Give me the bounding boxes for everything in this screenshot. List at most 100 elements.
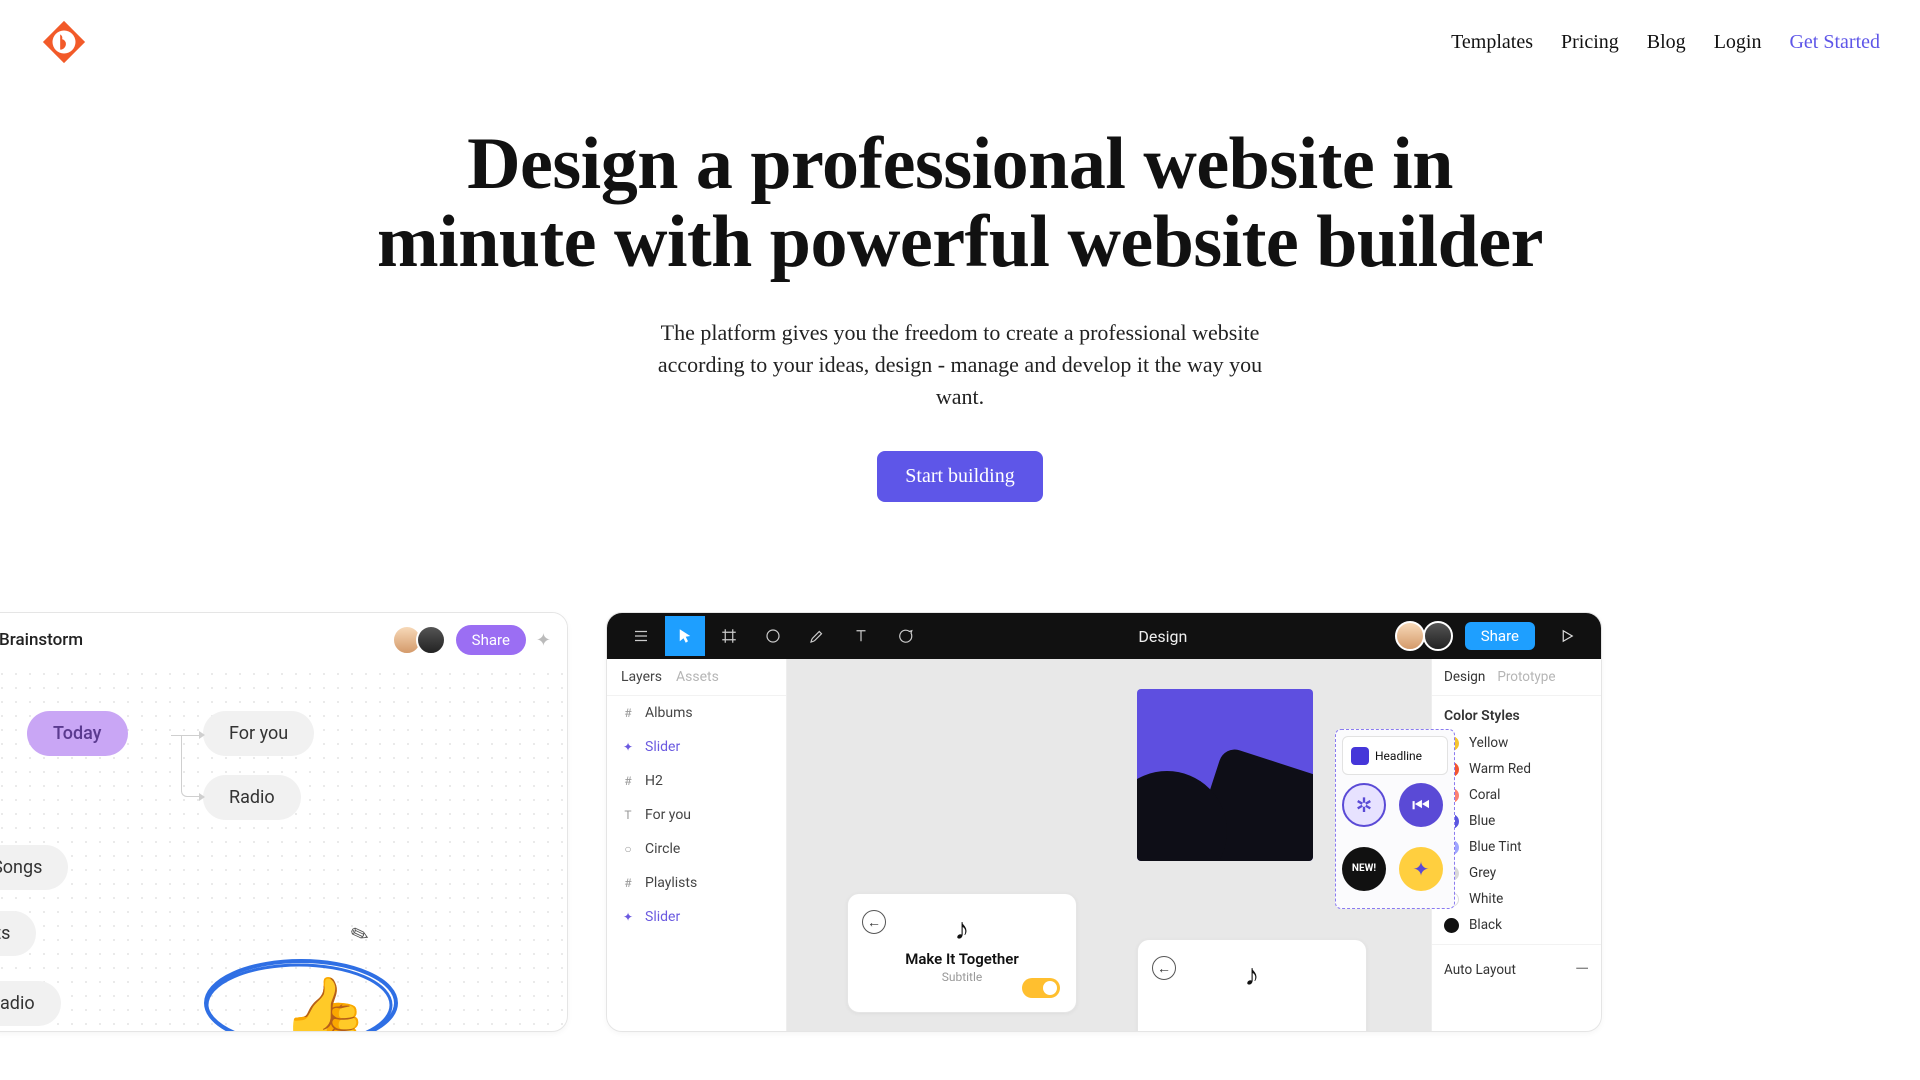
chip-playlists[interactable]: aylists <box>0 911 36 956</box>
avatar <box>1423 621 1453 651</box>
design-editor-preview: Design Share Layers Assets # Albums ✦ Slid… <box>606 612 1602 1032</box>
color-name: White <box>1469 891 1503 907</box>
nav-blog[interactable]: Blog <box>1647 31 1686 54</box>
share-button[interactable]: Share <box>1465 622 1535 650</box>
tile-title: Make It Together <box>848 950 1076 968</box>
card-tile[interactable]: ← ♪ Make It Together Subtitle <box>847 893 1077 1013</box>
chip-radio[interactable]: Radio <box>203 775 301 820</box>
layer-item[interactable]: # H2 <box>607 764 786 798</box>
component-group[interactable]: Headline ✲ ⏮ NEW! ✦ <box>1335 729 1455 909</box>
start-building-button[interactable]: Start building <box>877 451 1042 502</box>
layer-item[interactable]: # Playlists <box>607 866 786 900</box>
layer-label: For you <box>645 807 691 823</box>
nav-login[interactable]: Login <box>1714 31 1762 54</box>
color-row[interactable]: Blue Tint <box>1432 834 1601 860</box>
color-square-icon <box>1351 747 1369 765</box>
color-row[interactable]: Coral <box>1432 782 1601 808</box>
properties-panel: Design Prototype Color Styles Yellow War… <box>1431 659 1601 1031</box>
arrow-icon <box>199 793 205 801</box>
auto-layout-label: Auto Layout <box>1444 962 1516 978</box>
frame-icon: # <box>621 876 635 890</box>
color-name: Warm Red <box>1469 761 1531 777</box>
frame-icon: # <box>621 706 635 720</box>
color-name: Blue Tint <box>1469 839 1522 855</box>
layers-panel: Layers Assets # Albums ✦ Slider # H2 T For y… <box>607 659 787 1031</box>
music-glyph-icon: ♪ <box>1245 958 1260 993</box>
color-name: Blue <box>1469 813 1495 829</box>
frame-icon[interactable] <box>709 616 749 656</box>
star-badge-icon[interactable]: ✦ <box>1399 847 1443 891</box>
ellipse-icon[interactable] <box>753 616 793 656</box>
color-name: Black <box>1469 917 1502 933</box>
brainstorm-preview: Brainstorm Share ✦ Today For you Radio k… <box>0 612 568 1032</box>
hero-sub: The platform gives you the freedom to cr… <box>640 317 1280 413</box>
color-row[interactable]: Black <box>1432 912 1601 938</box>
play-icon[interactable] <box>1547 616 1587 656</box>
new-badge[interactable]: NEW! <box>1342 847 1386 891</box>
layer-label: Slider <box>645 909 680 925</box>
thumbs-up-icon: 👍 <box>281 973 368 1032</box>
rewind-badge-icon[interactable]: ⏮ <box>1399 783 1443 827</box>
color-row[interactable]: Yellow <box>1432 730 1601 756</box>
text-icon: T <box>621 808 635 822</box>
nav-templates[interactable]: Templates <box>1451 31 1533 54</box>
headline-component[interactable]: Headline <box>1342 736 1448 775</box>
color-name: Coral <box>1469 787 1500 803</box>
chip-for-you[interactable]: For you <box>203 711 314 756</box>
tab-design[interactable]: Design <box>1444 669 1485 685</box>
menu-icon[interactable] <box>621 616 661 656</box>
sparkle-icon: ✦ <box>536 630 551 651</box>
layer-item[interactable]: T For you <box>607 798 786 832</box>
brainstorm-title: Brainstorm <box>0 630 83 650</box>
artwork-shape[interactable] <box>1137 689 1313 861</box>
back-arrow-icon[interactable]: ← <box>862 910 886 934</box>
nav-pricing[interactable]: Pricing <box>1561 31 1619 54</box>
minus-icon[interactable]: — <box>1575 959 1589 980</box>
layer-item[interactable]: ✦ Slider <box>607 900 786 934</box>
brand-logo[interactable] <box>40 18 88 66</box>
connector-line <box>181 735 201 797</box>
music-glyph-icon: ♪ <box>955 912 970 947</box>
cursor-icon[interactable] <box>665 616 705 656</box>
tab-prototype[interactable]: Prototype <box>1497 669 1555 685</box>
layer-item[interactable]: # Albums <box>607 696 786 730</box>
canvas[interactable]: Headline ✲ ⏮ NEW! ✦ ← ♪ Make It Together… <box>787 659 1431 1031</box>
share-button[interactable]: Share <box>456 625 526 655</box>
layer-label: Albums <box>645 705 693 721</box>
comment-icon[interactable] <box>885 616 925 656</box>
chip-today[interactable]: Today <box>27 711 128 756</box>
color-name: Yellow <box>1469 735 1508 751</box>
component-icon: ✦ <box>621 740 635 754</box>
chip-liked[interactable]: ked Songs <box>0 845 68 890</box>
back-arrow-icon[interactable]: ← <box>1152 956 1176 980</box>
color-row[interactable]: Warm Red <box>1432 756 1601 782</box>
avatar <box>416 625 446 655</box>
layer-label: Slider <box>645 739 680 755</box>
hero-headline: Design a professional website in minute … <box>360 126 1560 281</box>
avatar <box>1395 621 1425 651</box>
gear-badge-icon[interactable]: ✲ <box>1342 783 1386 827</box>
tab-layers[interactable]: Layers <box>621 669 662 685</box>
frame-icon: # <box>621 774 635 788</box>
layer-item[interactable]: ✦ Slider <box>607 730 786 764</box>
layer-label: Playlists <box>645 875 697 891</box>
card-tile[interactable]: ← ♪ <box>1137 939 1367 1032</box>
component-icon: ✦ <box>621 910 635 924</box>
color-row[interactable]: Blue <box>1432 808 1601 834</box>
tab-assets[interactable]: Assets <box>676 669 719 685</box>
arrow-icon <box>199 731 205 739</box>
layer-item[interactable]: ○ Circle <box>607 832 786 866</box>
text-icon[interactable] <box>841 616 881 656</box>
color-row[interactable]: White <box>1432 886 1601 912</box>
color-name: Grey <box>1469 865 1496 881</box>
auto-layout-row[interactable]: Auto Layout — <box>1432 944 1601 994</box>
color-row[interactable]: Grey <box>1432 860 1601 886</box>
ellipse-icon: ○ <box>621 842 635 856</box>
chip-artist[interactable]: tist Radio <box>0 981 61 1026</box>
toggle-switch[interactable] <box>1022 978 1060 998</box>
headline-label: Headline <box>1375 749 1422 763</box>
layer-label: Circle <box>645 841 680 857</box>
pen-icon[interactable] <box>797 616 837 656</box>
layer-label: H2 <box>645 773 663 789</box>
nav-get-started[interactable]: Get Started <box>1789 31 1880 54</box>
